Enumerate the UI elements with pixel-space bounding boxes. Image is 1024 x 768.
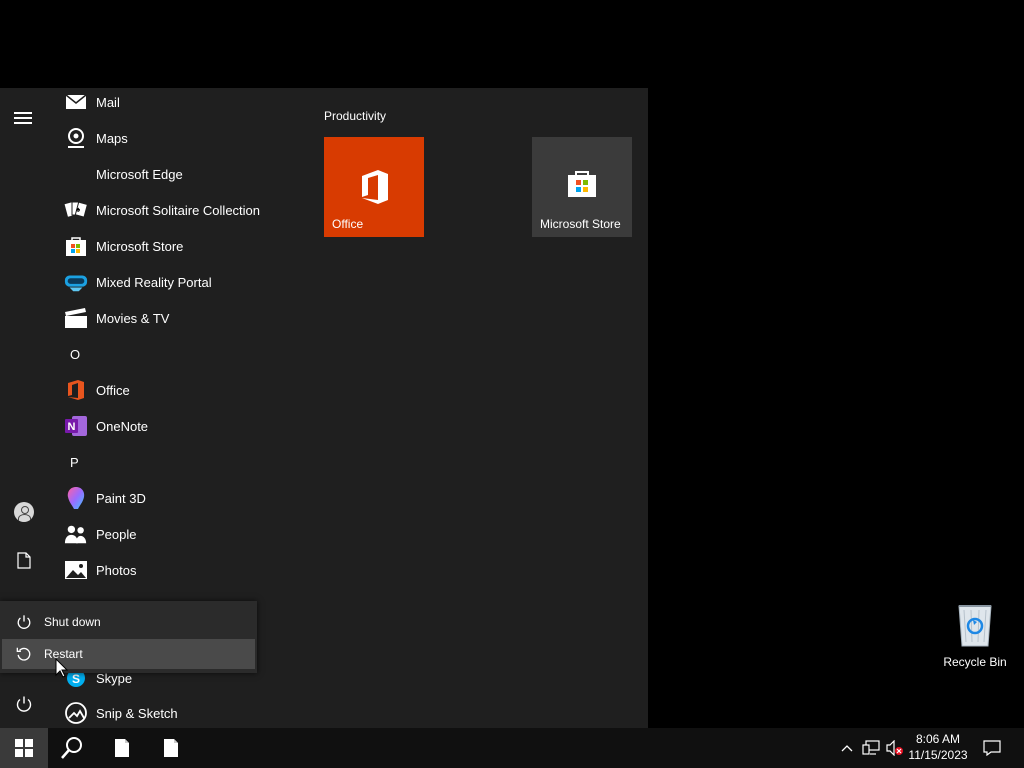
restart-icon — [14, 644, 34, 664]
app-label: Maps — [96, 130, 128, 146]
app-item-mail[interactable]: Mail — [56, 84, 276, 120]
recycle-bin-icon — [958, 605, 992, 647]
app-label: Snip & Sketch — [96, 705, 178, 721]
app-label: Office — [96, 382, 130, 398]
app-item-people[interactable]: People — [56, 516, 276, 552]
app-item-solitaire[interactable]: ♠ Microsoft Solitaire Collection — [56, 192, 276, 228]
power-icon — [14, 612, 34, 632]
shutdown-label: Shut down — [44, 615, 101, 629]
svg-text:N: N — [68, 421, 76, 433]
app-label: People — [96, 526, 137, 542]
app-label: Mixed Reality Portal — [96, 274, 212, 290]
tile-group-title: Productivity — [324, 109, 387, 123]
app-label: Microsoft Store — [96, 238, 184, 254]
office-tile-icon — [362, 170, 388, 204]
app-item-store[interactable]: Microsoft Store — [56, 228, 276, 264]
section-letter-o[interactable]: O — [70, 347, 80, 362]
search-icon — [61, 737, 82, 759]
recycle-bin-desktop-icon[interactable]: Recycle Bin — [940, 602, 1010, 669]
app-item-paint3d[interactable]: Paint 3D — [56, 480, 276, 516]
maps-icon — [64, 126, 88, 150]
app-item-edge[interactable]: Microsoft Edge — [56, 156, 276, 192]
recycle-bin-label: Recycle Bin — [943, 655, 1007, 669]
app-item-snip-sketch[interactable]: Snip & Sketch — [56, 695, 276, 731]
app-label: Movies & TV — [96, 310, 170, 326]
app-label: Microsoft Solitaire Collection — [96, 202, 261, 218]
taskbar-file-1[interactable] — [98, 728, 146, 768]
app-item-movies[interactable]: Movies & TV — [56, 300, 276, 336]
shutdown-button[interactable]: Shut down — [2, 607, 255, 637]
notification-icon — [983, 740, 1001, 756]
snip-icon — [64, 701, 88, 725]
clock[interactable]: 8:06 AM 11/15/2023 — [906, 731, 970, 763]
clock-time: 8:06 AM — [915, 732, 961, 746]
tile-label: Office — [332, 217, 364, 231]
hamburger-menu-icon[interactable] — [14, 110, 34, 124]
power-icon[interactable] — [12, 692, 36, 716]
start-button[interactable] — [0, 728, 48, 768]
section-letter-p[interactable]: P — [70, 455, 79, 470]
app-item-office[interactable]: Office — [56, 372, 276, 408]
mouse-cursor-icon — [55, 658, 69, 678]
app-label: Microsoft Edge — [96, 166, 183, 182]
chevron-up-icon — [841, 745, 853, 752]
taskbar-file-2[interactable] — [147, 728, 195, 768]
mixed-reality-icon — [64, 270, 88, 294]
tile-microsoft-store[interactable]: Microsoft Store — [532, 137, 632, 237]
store-icon — [64, 234, 88, 258]
app-label: Photos — [96, 562, 137, 578]
volume-muted-icon — [886, 740, 903, 756]
documents-icon[interactable] — [12, 548, 36, 572]
photos-icon — [64, 558, 88, 582]
app-label: OneNote — [96, 418, 149, 434]
people-icon — [64, 522, 88, 546]
app-item-maps[interactable]: Maps — [56, 120, 276, 156]
user-account-icon[interactable] — [12, 500, 36, 524]
search-button[interactable] — [48, 728, 96, 768]
show-hidden-icons-button[interactable] — [838, 728, 856, 768]
action-center-button[interactable] — [980, 728, 1004, 768]
svg-text:S: S — [72, 672, 80, 686]
solitaire-icon: ♠ — [64, 198, 88, 222]
windows-logo-icon — [15, 739, 33, 757]
tile-label: Microsoft Store — [540, 217, 621, 231]
network-button[interactable] — [861, 728, 881, 768]
paint3d-icon — [64, 486, 88, 510]
tile-office[interactable]: Office — [324, 137, 424, 237]
power-menu: Shut down Restart — [0, 601, 257, 673]
app-item-mixed-reality[interactable]: Mixed Reality Portal — [56, 264, 276, 300]
network-icon — [862, 740, 880, 755]
restart-button[interactable]: Restart — [2, 639, 255, 669]
taskbar: 8:06 AM 11/15/2023 — [0, 728, 1024, 768]
mail-icon — [64, 90, 88, 114]
app-item-onenote[interactable]: N OneNote — [56, 408, 276, 444]
office-icon — [64, 378, 88, 402]
app-item-photos[interactable]: Photos — [56, 552, 276, 588]
store-tile-icon — [568, 171, 596, 197]
app-label: Mail — [96, 94, 120, 110]
edge-icon — [64, 162, 88, 186]
volume-button[interactable] — [885, 728, 905, 768]
app-label: Paint 3D — [96, 490, 146, 506]
movies-icon — [64, 306, 88, 330]
document-icon — [164, 739, 178, 757]
document-icon — [115, 739, 129, 757]
onenote-icon: N — [64, 414, 88, 438]
clock-date: 11/15/2023 — [908, 748, 968, 762]
